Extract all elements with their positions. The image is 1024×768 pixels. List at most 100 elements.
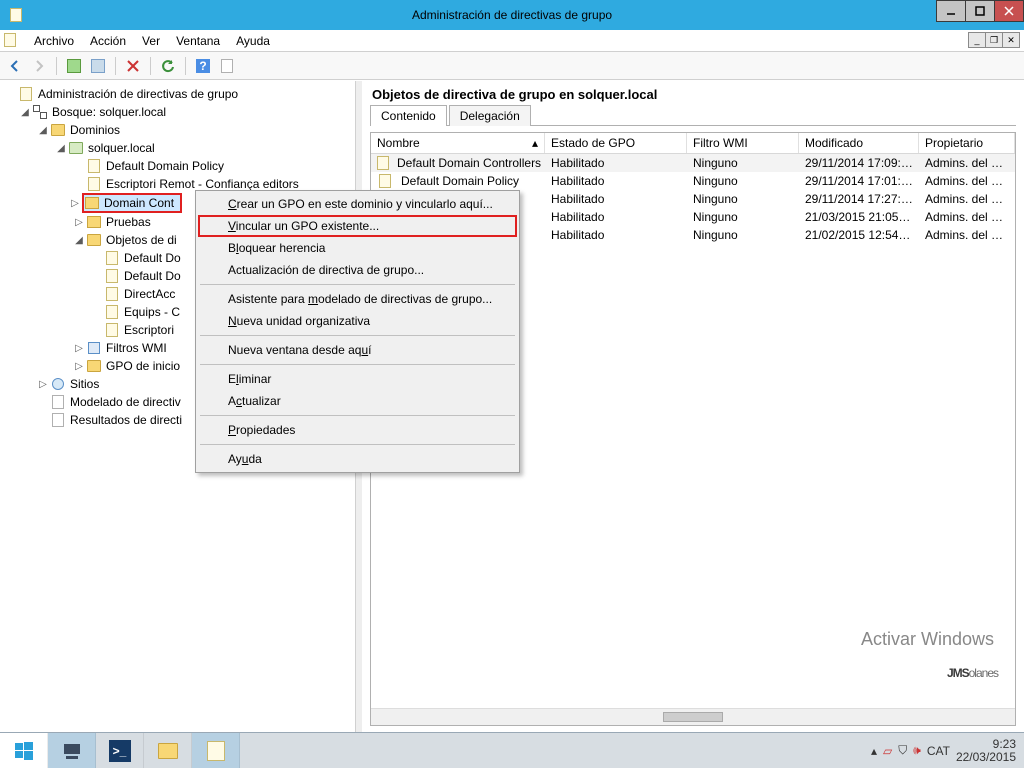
titlebar: Administración de directivas de grupo <box>0 0 1024 30</box>
taskbar-powershell[interactable]: >_ <box>96 733 144 768</box>
minimize-button[interactable] <box>936 0 966 22</box>
ctx-update-gp[interactable]: Actualización de directiva de grupo... <box>198 259 517 281</box>
report-icon <box>50 394 66 410</box>
domains-icon <box>50 122 66 138</box>
tree-defaultdo2[interactable]: Default Do <box>124 269 181 283</box>
expand-icon[interactable]: ▷ <box>72 343 86 354</box>
ctx-link-gpo[interactable]: Vincular un GPO existente... <box>198 215 517 237</box>
tree-modeling[interactable]: Modelado de directiv <box>70 395 181 409</box>
tray-up-icon[interactable]: ▴ <box>871 744 877 758</box>
system-tray[interactable]: ▴ ▱ ⛉ 🕪 CAT 9:23 22/03/2015 <box>871 733 1024 768</box>
policy-icon <box>104 322 120 338</box>
menu-ver[interactable]: Ver <box>134 31 168 51</box>
tree-forest[interactable]: Bosque: solquer.local <box>52 105 166 119</box>
tree-defaultdo[interactable]: Default Do <box>124 251 181 265</box>
gpmc-icon <box>18 86 34 102</box>
ctx-create-gpo[interactable]: Crear un GPO en este dominio y vincularl… <box>198 193 517 215</box>
ctx-separator <box>200 415 515 416</box>
tray-clock[interactable]: 9:23 22/03/2015 <box>956 738 1016 764</box>
ctx-new-ou[interactable]: Nueva unidad organizativa <box>198 310 517 332</box>
tree-equips[interactable]: Equips - C <box>124 305 180 319</box>
menu-accion[interactable]: Acción <box>82 31 134 51</box>
list-button[interactable] <box>87 55 109 77</box>
close-button[interactable] <box>994 0 1024 22</box>
mdi-close-button[interactable]: ✕ <box>1002 32 1020 48</box>
maximize-button[interactable] <box>965 0 995 22</box>
menu-ventana[interactable]: Ventana <box>168 31 228 51</box>
menu-ayuda[interactable]: Ayuda <box>228 31 278 51</box>
help-button[interactable]: ? <box>192 55 214 77</box>
col-mod[interactable]: Modificado <box>799 133 919 153</box>
ctx-block-inheritance[interactable]: Bloquear herencia <box>198 237 517 259</box>
ctx-modeling-wizard[interactable]: Asistente para modelado de directivas de… <box>198 288 517 310</box>
ctx-separator <box>200 284 515 285</box>
tree-results[interactable]: Resultados de directi <box>70 413 182 427</box>
expand-icon[interactable]: ◢ <box>72 235 86 246</box>
ou-icon <box>86 214 102 230</box>
refresh-button[interactable] <box>157 55 179 77</box>
taskbar-explorer[interactable] <box>144 733 192 768</box>
col-state[interactable]: Estado de GPO <box>545 133 687 153</box>
toolbar: ? <box>0 52 1024 80</box>
start-button[interactable] <box>0 733 48 768</box>
tree-escriptori2[interactable]: Escriptori <box>124 323 174 337</box>
policy-icon <box>104 286 120 302</box>
listview-header[interactable]: Nombre▴ Estado de GPO Filtro WMI Modific… <box>371 133 1015 154</box>
sites-icon <box>50 376 66 392</box>
policy-icon <box>86 158 102 174</box>
mdi-restore-button[interactable]: ❐ <box>985 32 1003 48</box>
report-icon <box>50 412 66 428</box>
ctx-refresh[interactable]: Actualizar <box>198 390 517 412</box>
policy-icon <box>86 176 102 192</box>
taskbar: >_ ▴ ▱ ⛉ 🕪 CAT 9:23 22/03/2015 <box>0 732 1024 768</box>
ctx-help[interactable]: Ayuda <box>198 448 517 470</box>
expand-icon[interactable]: ◢ <box>18 107 32 118</box>
expand-icon[interactable]: ▷ <box>72 361 86 372</box>
tree-root[interactable]: Administración de directivas de grupo <box>38 87 238 101</box>
delete-button[interactable] <box>122 55 144 77</box>
expand-icon[interactable]: ▷ <box>68 198 82 209</box>
properties-button[interactable] <box>216 55 238 77</box>
tab-delegacion[interactable]: Delegación <box>449 105 531 126</box>
tree-domain-controllers[interactable]: Domain Cont <box>82 193 182 213</box>
tree-sites[interactable]: Sitios <box>70 377 99 391</box>
tree-escriptori[interactable]: Escriptori Remot - Confiança editors <box>106 177 299 191</box>
wmi-icon <box>86 340 102 356</box>
ctx-properties[interactable]: Propiedades <box>198 419 517 441</box>
tree-gpoobjects[interactable]: Objetos de di <box>106 233 177 247</box>
expand-icon[interactable]: ◢ <box>36 125 50 136</box>
tree-directacc[interactable]: DirectAcc <box>124 287 175 301</box>
ctx-delete[interactable]: Eliminar <box>198 368 517 390</box>
tree-domains[interactable]: Dominios <box>70 123 120 137</box>
folder-icon <box>86 232 102 248</box>
folder-icon <box>86 358 102 374</box>
tray-flag-icon[interactable]: ▱ <box>883 744 892 758</box>
col-wmi[interactable]: Filtro WMI <box>687 133 799 153</box>
new-button[interactable] <box>63 55 85 77</box>
back-button[interactable] <box>4 55 26 77</box>
taskbar-gpmc[interactable] <box>192 733 240 768</box>
tree-startergpo[interactable]: GPO de inicio <box>106 359 180 373</box>
tree-pruebas[interactable]: Pruebas <box>106 215 151 229</box>
ctx-separator <box>200 364 515 365</box>
tab-contenido[interactable]: Contenido <box>370 105 447 126</box>
expand-icon[interactable]: ▷ <box>72 217 86 228</box>
taskbar-servermanager[interactable] <box>48 733 96 768</box>
ctx-new-window[interactable]: Nueva ventana desde aquí <box>198 339 517 361</box>
expand-icon[interactable]: ◢ <box>54 143 68 154</box>
tree-ddp[interactable]: Default Domain Policy <box>106 159 224 173</box>
ctx-separator <box>200 335 515 336</box>
col-name[interactable]: Nombre▴ <box>371 133 545 153</box>
forward-button[interactable] <box>28 55 50 77</box>
mdi-minimize-button[interactable]: _ <box>968 32 986 48</box>
col-owner[interactable]: Propietario <box>919 133 1015 153</box>
tree-wmi[interactable]: Filtros WMI <box>106 341 167 355</box>
tray-volume-icon[interactable]: 🕪 <box>913 743 921 758</box>
menu-archivo[interactable]: Archivo <box>26 31 82 51</box>
expand-icon[interactable]: ▷ <box>36 379 50 390</box>
tree-domain[interactable]: solquer.local <box>88 141 155 155</box>
tray-network-icon[interactable]: ⛉ <box>898 743 907 758</box>
horizontal-scrollbar[interactable] <box>371 708 1015 725</box>
tray-lang[interactable]: CAT <box>927 744 950 758</box>
ou-icon <box>84 195 100 211</box>
